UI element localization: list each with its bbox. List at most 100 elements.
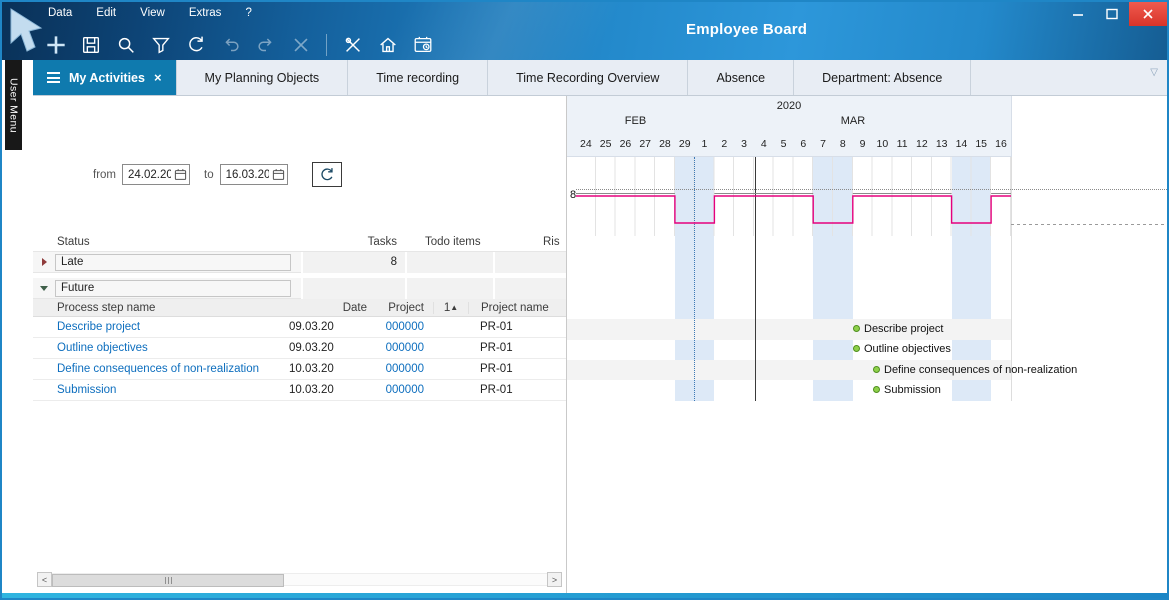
row-date: 09.03.20 (285, 342, 373, 354)
gantt-task-label: Describe project (864, 323, 943, 335)
group-risks-count (493, 278, 566, 299)
row-project-name: PR-01 (468, 363, 566, 375)
group-todo-count (405, 252, 493, 273)
tab-label: Time Recording Overview (516, 71, 659, 85)
menu-edit[interactable]: Edit (96, 7, 116, 19)
col-project[interactable]: Project (373, 302, 433, 314)
delete-icon[interactable] (287, 31, 314, 58)
detail-header-row: Process step name Date Project 1▲ Projec… (33, 299, 566, 317)
user-menu-strip: User Menu (2, 60, 33, 593)
planning-board-icon[interactable] (409, 31, 436, 58)
menu-help[interactable]: ? (245, 7, 251, 19)
tools-icon[interactable] (339, 31, 366, 58)
calendar-icon[interactable] (272, 168, 285, 181)
tab-label: Absence (716, 71, 765, 85)
milestone-icon[interactable] (873, 386, 880, 393)
tab-overflow-dropdown-icon[interactable]: ▽ (1150, 67, 1158, 78)
tab-my-planning-objects[interactable]: My Planning Objects (177, 60, 349, 95)
process-step-link[interactable]: Submission (33, 384, 285, 396)
milestone-icon[interactable] (853, 345, 860, 352)
gantt-task-label: Submission (884, 384, 941, 396)
calendar-icon[interactable] (174, 168, 187, 181)
hamburger-icon[interactable] (47, 72, 60, 83)
tab-absence[interactable]: Absence (688, 60, 794, 95)
refresh-icon[interactable] (182, 31, 209, 58)
day-label: 27 (635, 135, 655, 154)
group-row-late[interactable]: Late 8 (33, 252, 566, 273)
scroll-left-button[interactable]: < (37, 572, 52, 587)
project-link[interactable]: 000000 (373, 342, 433, 354)
chevron-right-icon[interactable] (42, 258, 47, 266)
month-mar: MAR (695, 115, 1011, 127)
search-icon[interactable] (112, 31, 139, 58)
process-step-link[interactable]: Outline objectives (33, 342, 285, 354)
from-label: from (93, 169, 116, 181)
day-label: 29 (675, 135, 695, 154)
day-label: 25 (596, 135, 616, 154)
scroll-right-button[interactable]: > (547, 572, 562, 587)
col-status[interactable]: Status (55, 236, 295, 248)
add-icon[interactable] (42, 31, 69, 58)
tab-label: Department: Absence (822, 71, 942, 85)
gantt-pane: 2020 FEB MAR 24 25 26 27 28 29 1 (567, 96, 1167, 593)
milestone-icon[interactable] (853, 325, 860, 332)
project-link[interactable]: 000000 (373, 363, 433, 375)
table-row[interactable]: Outline objectives 09.03.20 000000 PR-01 (33, 338, 566, 359)
horizontal-scrollbar[interactable]: < > (37, 572, 562, 587)
user-menu-tab[interactable]: User Menu (5, 60, 22, 150)
group-row-future[interactable]: Future (33, 278, 566, 299)
col-project-name[interactable]: Project name (468, 302, 566, 314)
close-button[interactable] (1129, 2, 1167, 26)
col-todo-items[interactable]: Todo items (405, 236, 493, 248)
maximize-button[interactable] (1095, 2, 1129, 26)
title-bar: Data Edit View Extras ? Employee Board (2, 2, 1167, 60)
row-project-name: PR-01 (468, 384, 566, 396)
chevron-down-icon[interactable] (40, 286, 48, 291)
tab-close-icon[interactable]: × (154, 71, 162, 84)
col-tasks[interactable]: Tasks (301, 236, 405, 248)
sort-indicator[interactable]: 1▲ (433, 302, 468, 314)
scrollbar-track[interactable] (52, 573, 547, 586)
tab-time-recording-overview[interactable]: Time Recording Overview (488, 60, 688, 95)
col-risks[interactable]: Ris (493, 236, 566, 248)
redo-icon[interactable] (252, 31, 279, 58)
home-icon[interactable] (374, 31, 401, 58)
row-project-name: PR-01 (468, 321, 566, 333)
day-label: 26 (616, 135, 636, 154)
window-controls (1061, 2, 1167, 26)
group-label: Late (55, 254, 291, 271)
table-row[interactable]: Describe project 09.03.20 000000 PR-01 (33, 317, 566, 338)
row-date: 09.03.20 (285, 321, 373, 333)
window-body: User Menu My Activities × My Planning Ob… (2, 60, 1167, 593)
gantt-task-label: Outline objectives (864, 343, 951, 355)
tab-label: My Planning Objects (205, 71, 320, 85)
menu-view[interactable]: View (140, 7, 165, 19)
day-label: 9 (853, 135, 873, 154)
process-step-link[interactable]: Define consequences of non-realization (33, 363, 285, 375)
project-link[interactable]: 000000 (373, 321, 433, 333)
table-row[interactable]: Submission 10.03.20 000000 PR-01 (33, 380, 566, 401)
day-label: 1 (695, 135, 715, 154)
filter-icon[interactable] (147, 31, 174, 58)
col-date[interactable]: Date (285, 302, 373, 314)
menu-data[interactable]: Data (48, 7, 72, 19)
process-step-link[interactable]: Describe project (33, 321, 285, 333)
tab-department-absence[interactable]: Department: Absence (794, 60, 971, 95)
app-logo-arrow-icon (8, 7, 44, 53)
day-label: 5 (774, 135, 794, 154)
milestone-icon[interactable] (873, 366, 880, 373)
minimize-button[interactable] (1061, 2, 1095, 26)
menu-extras[interactable]: Extras (189, 7, 222, 19)
day-label: 10 (872, 135, 892, 154)
tab-my-activities[interactable]: My Activities × (33, 60, 177, 95)
to-label: to (204, 169, 214, 181)
tab-time-recording[interactable]: Time recording (348, 60, 488, 95)
table-row[interactable]: Define consequences of non-realization 1… (33, 359, 566, 380)
project-link[interactable]: 000000 (373, 384, 433, 396)
save-icon[interactable] (77, 31, 104, 58)
scrollbar-thumb[interactable] (52, 574, 284, 587)
col-process-step-name[interactable]: Process step name (33, 302, 285, 314)
undo-icon[interactable] (217, 31, 244, 58)
day-label: 16 (991, 135, 1011, 154)
apply-refresh-button[interactable] (312, 162, 342, 187)
